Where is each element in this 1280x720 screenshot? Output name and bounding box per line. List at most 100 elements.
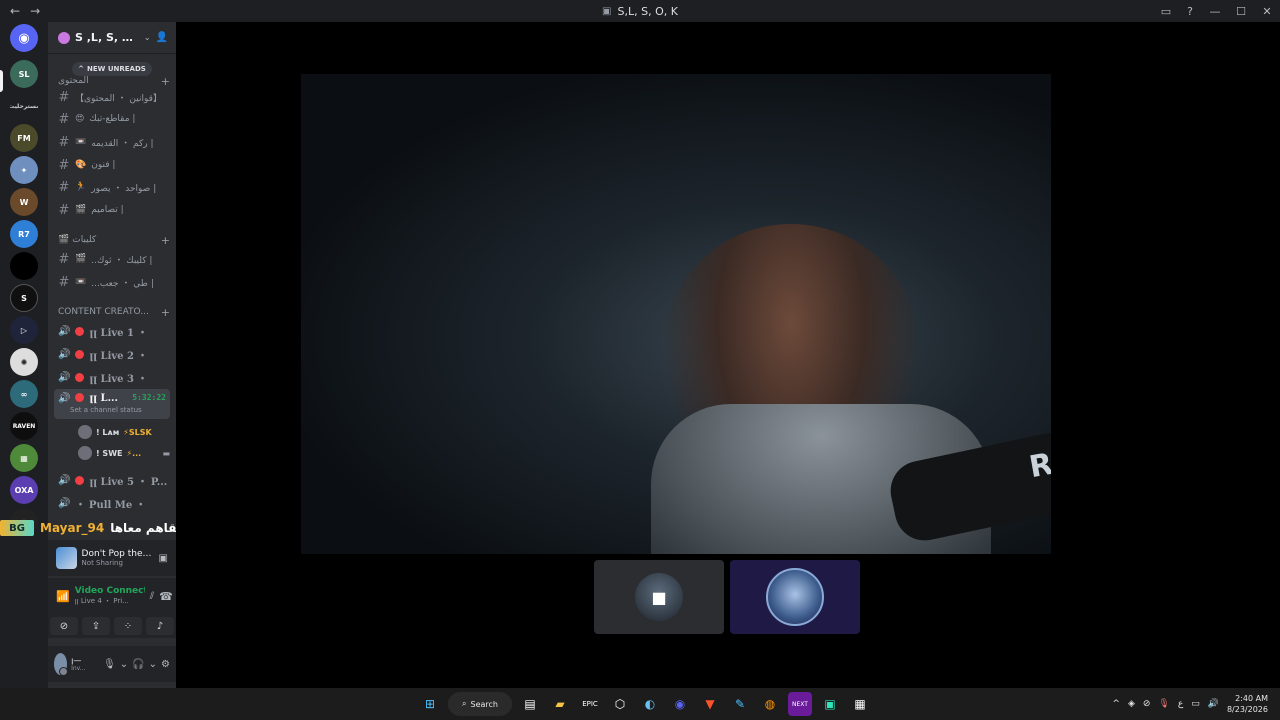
add-channel-icon[interactable]: + [161,75,170,88]
text-channel[interactable]: # 🎨 فنون | [54,155,170,175]
server-r7[interactable]: R7 [10,220,38,248]
server-oxa[interactable]: OXA [10,476,38,504]
network-app-icon[interactable]: ◈ [1128,699,1135,709]
live-dot-icon [75,372,85,382]
participant-tile[interactable]: ■ [594,560,724,634]
steam-icon[interactable]: ◐ [638,692,662,716]
game-app-icon[interactable]: ▦ [848,692,872,716]
add-channel-icon[interactable]: + [161,306,170,319]
volume-icon[interactable]: 🔊 [1208,699,1219,709]
firefox-icon[interactable]: ◍ [758,692,782,716]
voice-channel[interactable]: 🔊 ꞁꞁ Live 5 ・ P... [54,470,170,490]
muted-icon[interactable]: ⊘ [1143,699,1151,709]
server-slsk[interactable]: SL [10,60,38,88]
voice-member[interactable]: ! Lᴀᴍ ⚡SLSK [78,423,170,441]
chevron-down-icon[interactable]: ⌄ [120,659,128,670]
channel-status[interactable]: Set a channel status [70,406,142,414]
category-creators[interactable]: CONTENT CREATO... + [58,305,170,319]
add-channel-icon[interactable]: + [161,234,170,247]
server-w[interactable]: W [10,188,38,216]
screen-share-icon[interactable]: ▣ [159,553,168,564]
minimize-button[interactable]: — [1202,5,1228,18]
activity-subtitle: Not Sharing [81,559,123,567]
server-anime[interactable]: ✦ [10,156,38,184]
clips-icon: 🎬 [58,235,70,245]
server-game[interactable]: ▦ [10,444,38,472]
widgets-icon[interactable]: ▤ [518,692,542,716]
signal-icon: 📶 [56,589,70,603]
category-clips[interactable]: 🎬 كليبات + [58,233,170,247]
speaker-icon: 🔊 [58,348,71,360]
discord-icon[interactable]: ◉ [668,692,692,716]
text-channel[interactable]: # 🎬 ..كليبك ・ ثوك | [54,249,170,269]
server-raven[interactable]: RAVEN [10,412,38,440]
live-dot-icon [75,349,85,359]
discord-home-icon[interactable]: ◉ [10,24,38,52]
server-loop[interactable]: ∞ [10,380,38,408]
disconnect-icon[interactable]: ☎ [159,590,173,603]
chevron-down-icon[interactable]: ⌄ [149,659,157,670]
category-content[interactable]: المحتوى + [58,74,170,88]
forward-arrow-icon[interactable]: → [30,4,40,18]
windows-start-icon[interactable]: ⊞ [418,692,442,716]
main-video-feed[interactable]: RØDE [301,74,1051,554]
hash-icon: # [58,202,70,218]
share-screen-icon[interactable]: ⇪ [82,617,110,635]
text-channel[interactable]: # 🏃 صواحد ・ يصور | [54,177,170,197]
back-arrow-icon[interactable]: ← [10,4,20,18]
voice-channel[interactable]: 🔊 ꞁꞁ Live 2 ・ [54,344,170,364]
voice-channel-active[interactable]: 🔊 ꞁꞁ L... 5:32:22 Set a channel status [54,389,170,419]
brave-icon[interactable]: ▼ [698,692,722,716]
server-play[interactable]: ▷ [10,316,38,344]
soundboard-icon[interactable]: ♪ [146,617,174,635]
camera-off-icon[interactable]: ⊘ [50,617,78,635]
connection-title: Video Connected [74,586,145,596]
text-channel[interactable]: # 📼 ...طي ・ جعب | [54,272,170,292]
activity-panel[interactable]: Don't Pop the Ballo... Not Sharing ▣ [48,540,176,576]
text-channel[interactable]: # 😍 مقاطع-تبك | [54,109,170,129]
headphones-icon[interactable]: 🎧 [132,659,144,670]
voice-channel[interactable]: 🔊 ꞁꞁ Live 1 ・ [54,321,170,341]
speaker-icon: 🔊 [58,393,71,404]
monitor-icon[interactable]: ▭ [1191,699,1200,709]
server-header[interactable]: S ,L, S, O,... ⌄ 👤 [48,22,176,54]
voice-channel[interactable]: 🔊 ꞁꞁ Live 3 ・ [54,367,170,387]
text-channel[interactable]: # 🎬 تصاميم | [54,200,170,220]
epic-games-icon[interactable]: EPIC [578,692,602,716]
voice-channel[interactable]: 🔊 ・ Pull Me ・ [54,493,170,513]
taskbar: ⊞ ⌕ Search ▤ ▰ EPIC ⬡ ◐ ◉ ▼ ✎ ◍ NEXT ▣ ▦ … [0,688,1280,720]
text-channel[interactable]: # 【قوانين ・ المحتوى】 [54,87,170,107]
server-arabic[interactable]: مسترحليت [10,92,38,120]
next-app-icon[interactable]: NEXT [788,692,812,716]
pen-app-icon[interactable]: ✎ [728,692,752,716]
taskbar-search[interactable]: ⌕ Search [448,692,512,716]
text-channel[interactable]: # 📼 ركم ・ القديمه | [54,132,170,152]
chevron-up-icon[interactable]: ^ [1112,699,1120,709]
voice-member[interactable]: ! SWE ⚡... ▬ [78,444,170,462]
inbox-icon[interactable]: ▭ [1154,5,1178,18]
chat-app-icon[interactable]: ▣ [818,692,842,716]
speaker-icon: 🔊 [58,474,71,486]
activities-icon[interactable]: ⁘ [114,617,142,635]
add-member-icon[interactable]: 👤 [156,32,168,43]
close-button[interactable]: ✕ [1254,5,1280,18]
search-icon: ⌕ [462,699,467,708]
language-indicator[interactable]: ع [1178,699,1183,709]
clock[interactable]: 2:40 AM 8/23/2026 [1227,693,1268,715]
file-explorer-icon[interactable]: ▰ [548,692,572,716]
participant-avatar: ■ [635,573,683,621]
server-s[interactable]: S [10,284,38,312]
server-char[interactable]: ✺ [10,348,38,376]
microphone-icon[interactable]: 🎙 [103,659,116,670]
connection-channel[interactable]: ꞁꞁ Live 4 ・ Pri... [75,596,145,606]
microphone-icon[interactable]: 🎙 [1158,699,1169,709]
app-icon[interactable]: ⬡ [608,692,632,716]
maximize-button[interactable]: ☐ [1228,5,1254,18]
server-fame[interactable]: FM [10,124,38,152]
server-black[interactable] [10,252,38,280]
user-avatar[interactable] [54,653,69,676]
noise-suppression-icon[interactable]: ⫽ [150,591,154,602]
gear-icon[interactable]: ⚙ [161,659,170,670]
help-icon[interactable]: ? [1178,5,1202,18]
participant-tile[interactable] [730,560,860,634]
